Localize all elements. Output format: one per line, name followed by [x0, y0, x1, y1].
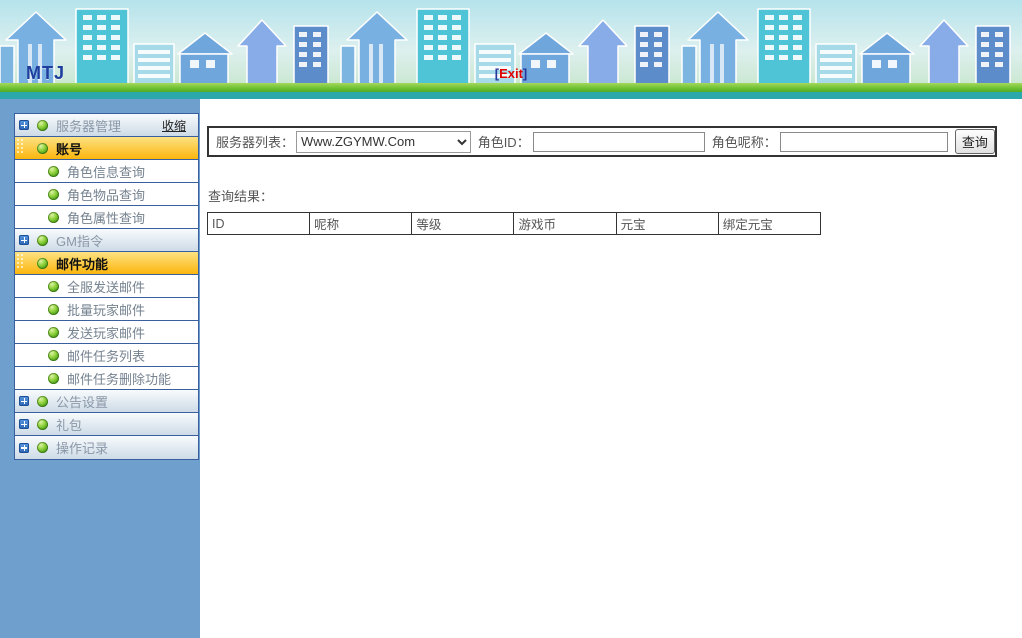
- sidebar-item-gm-command[interactable]: GM指令: [15, 229, 198, 252]
- expand-plus-icon[interactable]: [19, 235, 29, 245]
- sidebar-item-label: 邮件任务删除功能: [67, 369, 171, 388]
- sidebar-item-batch-player-mail[interactable]: 批量玩家邮件: [15, 298, 198, 321]
- sidebar-item-mail-task-delete[interactable]: 邮件任务删除功能: [15, 367, 198, 390]
- sidebar-item-label: 公告设置: [56, 392, 108, 411]
- exit-link[interactable]: [Exit]: [495, 66, 528, 81]
- sidebar-menu: 服务器管理 收缩 账号 角色信息查询 角色物品查询 角色属性查询: [14, 113, 199, 460]
- sidebar-item-account[interactable]: 账号: [15, 137, 198, 160]
- sidebar-item-mail-task-list[interactable]: 邮件任务列表: [15, 344, 198, 367]
- nickname-input[interactable]: [780, 132, 948, 152]
- sidebar-item-gift-package[interactable]: 礼包: [15, 413, 198, 436]
- query-button[interactable]: 查询: [955, 129, 995, 154]
- sidebar-item-label: 邮件功能: [56, 254, 108, 273]
- sidebar: 服务器管理 收缩 账号 角色信息查询 角色物品查询 角色属性查询: [0, 99, 200, 638]
- green-orb-icon: [48, 373, 59, 384]
- green-orb-icon: [37, 143, 48, 154]
- exit-label: Exit: [499, 66, 523, 81]
- sidebar-item-label: 角色属性查询: [67, 208, 145, 227]
- role-id-label: 角色ID：: [478, 132, 530, 151]
- col-game-currency: 游戏币: [514, 213, 616, 235]
- sidebar-item-role-attribute-query[interactable]: 角色属性查询: [15, 206, 198, 229]
- green-orb-icon: [37, 120, 48, 131]
- sidebar-item-label: 账号: [56, 139, 82, 158]
- expand-plus-icon[interactable]: [19, 443, 29, 453]
- main-content: 服务器列表： Www.ZGYMW.Com 角色ID： 角色呢称： 查询 查询结果…: [200, 99, 1022, 638]
- expand-plus-icon[interactable]: [19, 419, 29, 429]
- collapse-link[interactable]: 收缩: [162, 117, 186, 134]
- green-orb-icon: [48, 350, 59, 361]
- col-nickname: 呢称: [310, 213, 412, 235]
- server-list-label: 服务器列表：: [216, 132, 294, 151]
- sidebar-item-server-management[interactable]: 服务器管理 收缩: [15, 114, 198, 137]
- site-logo: MTJ: [26, 63, 65, 84]
- sidebar-item-label: 角色物品查询: [67, 185, 145, 204]
- role-id-input[interactable]: [533, 132, 705, 152]
- sidebar-item-mail-function[interactable]: 邮件功能: [15, 252, 198, 275]
- green-orb-icon: [48, 212, 59, 223]
- server-select[interactable]: Www.ZGYMW.Com: [296, 131, 471, 153]
- exit-bracket-right: ]: [523, 66, 527, 81]
- green-orb-icon: [48, 166, 59, 177]
- sidebar-item-send-mail-all[interactable]: 全服发送邮件: [15, 275, 198, 298]
- green-orb-icon: [37, 442, 48, 453]
- city-skyline-illustration: [0, 0, 1022, 99]
- sidebar-item-label: 发送玩家邮件: [67, 323, 145, 342]
- expand-plus-icon[interactable]: [19, 120, 29, 130]
- green-orb-icon: [48, 327, 59, 338]
- sidebar-item-label: 服务器管理: [56, 116, 121, 135]
- sidebar-item-label: 邮件任务列表: [67, 346, 145, 365]
- sidebar-item-label: 全服发送邮件: [67, 277, 145, 296]
- result-title: 查询结果：: [208, 186, 1022, 205]
- expand-plus-icon[interactable]: [19, 396, 29, 406]
- table-header-row: ID 呢称 等级 游戏币 元宝 绑定元宝: [208, 213, 821, 235]
- nickname-label: 角色呢称：: [712, 132, 777, 151]
- col-bound-yuanbao: 绑定元宝: [718, 213, 820, 235]
- sidebar-item-role-item-query[interactable]: 角色物品查询: [15, 183, 198, 206]
- green-orb-icon: [37, 419, 48, 430]
- col-yuanbao: 元宝: [616, 213, 718, 235]
- green-orb-icon: [48, 189, 59, 200]
- sidebar-item-send-player-mail[interactable]: 发送玩家邮件: [15, 321, 198, 344]
- col-level: 等级: [412, 213, 514, 235]
- sidebar-item-label: GM指令: [56, 231, 103, 250]
- sidebar-item-role-info-query[interactable]: 角色信息查询: [15, 160, 198, 183]
- sidebar-item-label: 礼包: [56, 415, 82, 434]
- sidebar-item-label: 角色信息查询: [67, 162, 145, 181]
- col-id: ID: [208, 213, 310, 235]
- header-banner: MTJ [Exit]: [0, 0, 1022, 99]
- result-table: ID 呢称 等级 游戏币 元宝 绑定元宝: [207, 212, 821, 235]
- green-orb-icon: [48, 281, 59, 292]
- query-form: 服务器列表： Www.ZGYMW.Com 角色ID： 角色呢称： 查询: [207, 126, 997, 157]
- sidebar-item-operation-log[interactable]: 操作记录: [15, 436, 198, 459]
- green-orb-icon: [48, 304, 59, 315]
- green-orb-icon: [37, 396, 48, 407]
- green-orb-icon: [37, 235, 48, 246]
- sidebar-item-label: 操作记录: [56, 438, 108, 457]
- green-orb-icon: [37, 258, 48, 269]
- sidebar-item-announcement-settings[interactable]: 公告设置: [15, 390, 198, 413]
- sidebar-item-label: 批量玩家邮件: [67, 300, 145, 319]
